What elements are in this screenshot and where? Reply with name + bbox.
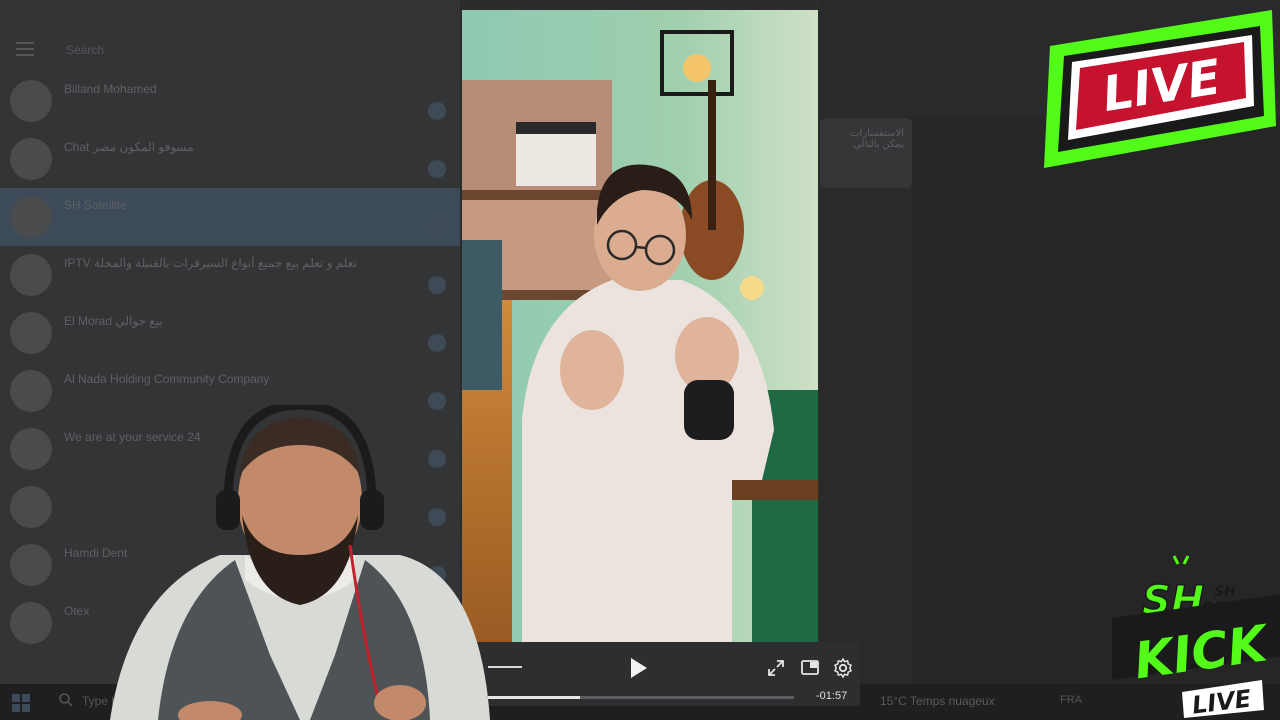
- gear-icon[interactable]: [832, 657, 854, 679]
- kick-channel-logo: SH SH SATELLITE KICK LIVE: [1112, 555, 1280, 720]
- chat-name: El Morad بيع جوالي: [64, 314, 163, 328]
- unread-badge: [428, 102, 446, 120]
- search-icon[interactable]: [58, 692, 74, 708]
- video-content-image: [462, 10, 818, 642]
- avatar: [10, 370, 52, 412]
- chat-preview: [64, 336, 394, 350]
- video-player-controls: -01:57: [462, 642, 860, 706]
- video-progress-bar[interactable]: [488, 696, 794, 699]
- kick-brand-sub-top: SH: [1214, 584, 1236, 600]
- system-tray[interactable]: FRA: [1060, 694, 1082, 706]
- time-remaining: -01:57: [816, 690, 848, 702]
- chat-name: IPTV تعلم و تعلم بيع جميع أنواع السيرفرا…: [64, 256, 357, 270]
- weather-widget[interactable]: 15°C Temps nuageux: [880, 694, 995, 708]
- chat-preview: [64, 220, 394, 234]
- chat-list-header: Search: [0, 30, 460, 70]
- chat-list-item[interactable]: Billand Mohamed: [0, 72, 460, 130]
- chat-preview: [64, 104, 394, 118]
- message-bubble: الاستفسارات يمكن بالتالي: [820, 118, 912, 188]
- avatar: [10, 486, 52, 528]
- hamburger-menu-icon[interactable]: [16, 42, 34, 56]
- unread-badge: [428, 334, 446, 352]
- chat-name: Al Nada Holding Community Company: [64, 372, 270, 386]
- chat-list-item[interactable]: IPTV تعلم و تعلم بيع جميع أنواع السيرفرا…: [0, 246, 460, 304]
- picture-in-picture-icon[interactable]: [800, 658, 820, 678]
- avatar: [10, 428, 52, 470]
- chat-preview: [64, 162, 394, 176]
- avatar: [10, 312, 52, 354]
- avatar: [10, 196, 52, 238]
- fullscreen-icon[interactable]: [766, 658, 786, 678]
- video-frame[interactable]: [462, 10, 818, 642]
- avatar: [10, 254, 52, 296]
- chat-preview: [64, 278, 394, 292]
- kick-live-text: LIVE: [1191, 684, 1254, 719]
- chat-name: SH Satellite: [64, 198, 127, 212]
- chat-search-input[interactable]: Search: [58, 36, 438, 64]
- chat-list-item[interactable]: SH Satellite: [0, 188, 460, 246]
- avatar: [10, 138, 52, 180]
- stream-screen: Search Billand Mohamed Chat مسوقو المكون …: [0, 0, 1280, 720]
- unread-badge: [428, 160, 446, 178]
- avatar: [10, 544, 52, 586]
- avatar: [10, 80, 52, 122]
- chat-list-item[interactable]: El Morad بيع جوالي: [0, 304, 460, 362]
- chat-name: Billand Mohamed: [64, 82, 157, 96]
- live-badge: LIVE: [1044, 10, 1276, 168]
- unread-badge: [428, 276, 446, 294]
- chat-name: Chat مسوقو المكون مصر: [64, 140, 194, 154]
- windows-start-icon[interactable]: [12, 694, 30, 712]
- webcam-overlay: [110, 405, 490, 720]
- play-icon[interactable]: [626, 656, 650, 680]
- unread-badge: [428, 218, 446, 236]
- avatar: [10, 602, 52, 644]
- video-progress-fill: [488, 696, 580, 699]
- chat-list-item[interactable]: Chat مسوقو المكون مصر: [0, 130, 460, 188]
